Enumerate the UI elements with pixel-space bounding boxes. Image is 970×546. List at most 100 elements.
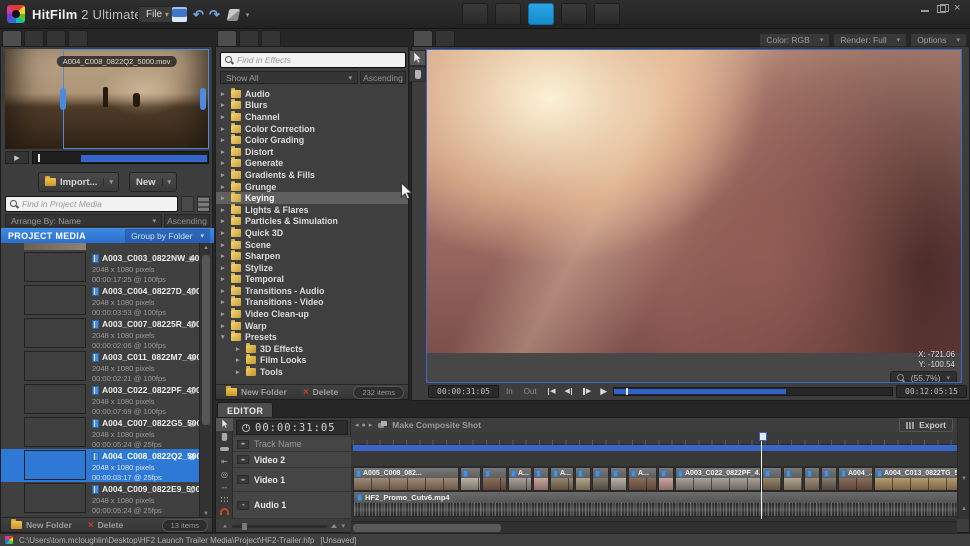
timeline-clip[interactable]: A... bbox=[550, 467, 574, 491]
undo-button[interactable]: ↶ bbox=[191, 7, 206, 22]
media-list-item[interactable]: A003_C004_08227D_400%.mov 2048 x 1080 pi… bbox=[1, 284, 200, 317]
effects-category-row[interactable]: Sharpen bbox=[216, 250, 408, 262]
effects-category-row[interactable]: Blurs bbox=[216, 100, 408, 112]
set-in-point-button[interactable]: In bbox=[502, 387, 517, 396]
arrange-by-dropdown[interactable]: Arrange By: Name▾ bbox=[5, 214, 162, 227]
new-button[interactable]: New ▾ bbox=[129, 172, 177, 192]
new-dropdown[interactable]: ▾ bbox=[162, 178, 177, 186]
timeline-clip[interactable]: A004_... bbox=[838, 467, 873, 491]
timeline-clip[interactable] bbox=[821, 467, 837, 491]
media-panel-tab[interactable] bbox=[2, 30, 22, 46]
options-dropdown[interactable]: Options▾ bbox=[910, 33, 967, 47]
effects-category-row[interactable]: Generate bbox=[216, 158, 408, 170]
color-channel-dropdown[interactable]: Color: RGB▾ bbox=[759, 33, 830, 47]
expand-triangle-icon[interactable] bbox=[221, 264, 227, 272]
zoom-in-icon[interactable] bbox=[331, 524, 337, 528]
expand-triangle-icon[interactable] bbox=[221, 241, 227, 249]
track-header-name[interactable]: ◂▸ Track Name bbox=[233, 437, 351, 452]
effects-category-row[interactable]: Film Looks bbox=[216, 355, 408, 367]
clip-settings-gear-icon[interactable]: ⚙ bbox=[188, 254, 196, 265]
timeline-clip[interactable]: A004_C013_0822TG_5000.mo... bbox=[874, 467, 957, 491]
timeline-clip[interactable] bbox=[658, 467, 674, 491]
viewer-seek-bar[interactable] bbox=[613, 387, 893, 396]
rate-stretch-tool[interactable]: ◎ bbox=[216, 468, 233, 481]
expand-triangle-icon[interactable] bbox=[221, 183, 227, 191]
minimize-button[interactable] bbox=[920, 4, 930, 13]
make-composite-shot-button[interactable]: Make Composite Shot bbox=[378, 420, 481, 430]
chevron-down-icon[interactable]: ▾ bbox=[341, 522, 345, 530]
audio-clip[interactable]: HF2_Promo_Cutv6.mp4 bbox=[353, 491, 957, 517]
timeline-clip[interactable] bbox=[575, 467, 591, 491]
import-dropdown[interactable]: ▾ bbox=[103, 178, 118, 186]
editor-timecode-display[interactable]: 00:00:31:05 bbox=[236, 420, 348, 435]
expand-triangle-icon[interactable] bbox=[221, 194, 227, 202]
scroll-up-icon[interactable]: ▲ bbox=[200, 243, 212, 253]
scrollbar-thumb[interactable] bbox=[202, 255, 210, 425]
step-back-button[interactable]: ◀ bbox=[561, 387, 576, 395]
timeline-clip[interactable] bbox=[482, 467, 507, 491]
timeline-vertical-scrollbar[interactable]: ▼ ▲ bbox=[957, 418, 969, 519]
timeline-clip[interactable]: A... bbox=[508, 467, 532, 491]
speaker-icon[interactable]: ◂ bbox=[237, 501, 249, 510]
select-tool-button[interactable] bbox=[409, 50, 426, 66]
effects-category-row[interactable]: Keying bbox=[216, 192, 408, 204]
nav-button[interactable] bbox=[594, 3, 620, 25]
media-list-item[interactable]: A004_C008_0822Q2_5000.mov 2048 x 1080 pi… bbox=[1, 449, 200, 482]
set-out-point-button[interactable]: Out bbox=[520, 387, 541, 396]
editor-tab[interactable]: EDITOR bbox=[217, 402, 273, 418]
scroll-up-icon[interactable]: ▲ bbox=[958, 506, 970, 512]
timeline-playhead[interactable] bbox=[761, 432, 762, 519]
seek-playhead[interactable] bbox=[626, 388, 628, 395]
effects-category-row[interactable]: 3D Effects bbox=[216, 343, 408, 355]
expand-triangle-icon[interactable] bbox=[221, 310, 227, 318]
expand-triangle-icon[interactable] bbox=[221, 159, 227, 167]
scroll-down-icon[interactable]: ▼ bbox=[958, 476, 970, 482]
zoom-out-icon[interactable] bbox=[223, 525, 227, 528]
effects-category-row[interactable]: Grunge bbox=[216, 181, 408, 193]
effects-category-row[interactable]: Color Correction bbox=[216, 123, 408, 135]
media-list-item[interactable]: A003_C003_0822NW_400%.mov 2048 x 1080 pi… bbox=[1, 251, 200, 284]
expand-triangle-icon[interactable] bbox=[221, 287, 227, 295]
group-by-dropdown[interactable]: Group by Folder▾ bbox=[125, 229, 210, 243]
effects-category-row[interactable]: Color Grading bbox=[216, 134, 408, 146]
import-button[interactable]: Import... ▾ bbox=[38, 172, 119, 192]
media-list-scrollbar[interactable]: ▲ ▼ bbox=[199, 243, 211, 519]
hand-tool-button[interactable] bbox=[409, 66, 426, 82]
effects-category-row[interactable]: Stylize bbox=[216, 262, 408, 274]
effects-category-row[interactable]: Scene bbox=[216, 239, 408, 251]
list-view-button[interactable] bbox=[181, 196, 194, 212]
fx-new-folder-button[interactable]: New Folder bbox=[220, 386, 293, 399]
clip-settings-gear-icon[interactable]: ⚙ bbox=[188, 452, 196, 463]
timeline-clip[interactable] bbox=[610, 467, 627, 491]
slip-tool[interactable]: ⇤ bbox=[216, 456, 233, 469]
expand-triangle-icon[interactable] bbox=[221, 125, 227, 133]
effects-category-row[interactable]: Gradients & Fills bbox=[216, 169, 408, 181]
save-button[interactable] bbox=[172, 7, 187, 22]
media-panel-tab[interactable] bbox=[68, 30, 88, 46]
track-collapse-icon[interactable]: ◂▸ bbox=[237, 440, 249, 449]
effects-category-row[interactable]: Transitions - Audio bbox=[216, 285, 408, 297]
timeline-hand-tool[interactable] bbox=[216, 431, 233, 444]
slice-dropdown-button[interactable]: ▾ bbox=[240, 7, 255, 22]
timeline-mini-nav[interactable]: ◂●▸ bbox=[355, 421, 372, 429]
expand-triangle-icon[interactable] bbox=[236, 345, 242, 353]
timeline-clip[interactable] bbox=[804, 467, 820, 491]
close-button[interactable]: × bbox=[954, 4, 964, 13]
media-trimmer-preview[interactable]: A004_C008_0822Q2_5000.mov bbox=[5, 49, 209, 149]
effects-category-row[interactable]: Video Clean-up bbox=[216, 308, 408, 320]
clip-settings-gear-icon[interactable]: ⚙ bbox=[188, 353, 196, 364]
expand-triangle-icon[interactable] bbox=[221, 333, 227, 341]
media-list-item[interactable]: A003_C022_0822PF_400%.mov 2048 x 1080 pi… bbox=[1, 383, 200, 416]
timeline-clip[interactable] bbox=[533, 467, 549, 491]
timeline-clip[interactable] bbox=[460, 467, 481, 491]
expand-triangle-icon[interactable] bbox=[221, 298, 227, 306]
render-quality-dropdown[interactable]: Render: Full▾ bbox=[833, 33, 907, 47]
nav-button[interactable] bbox=[462, 3, 488, 25]
expand-triangle-icon[interactable] bbox=[221, 206, 227, 214]
expand-triangle-icon[interactable] bbox=[221, 148, 227, 156]
expand-triangle-icon[interactable] bbox=[221, 322, 227, 330]
expand-triangle-icon[interactable] bbox=[221, 275, 227, 283]
timeline-clip[interactable]: A003_C022_0822PF_4... bbox=[675, 467, 761, 491]
timeline-zoom-slider[interactable]: ▾ bbox=[216, 519, 351, 533]
timeline-clip[interactable] bbox=[783, 467, 803, 491]
